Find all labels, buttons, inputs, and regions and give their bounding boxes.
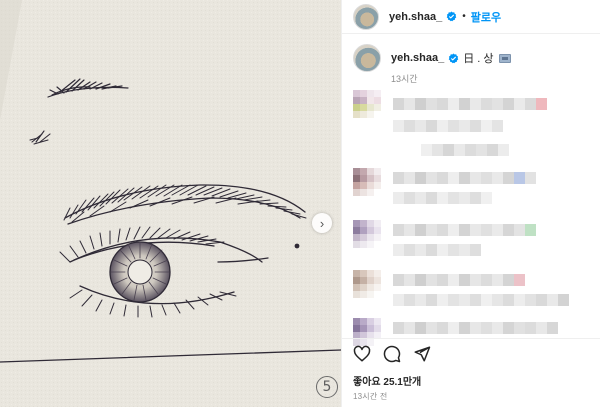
comment-text-blurred — [393, 322, 558, 334]
comment-text-blurred — [421, 144, 509, 156]
comment-avatar-blurred — [353, 220, 381, 248]
comment-text-blurred — [393, 224, 536, 236]
paper-plane-icon[interactable] — [413, 345, 431, 363]
comment-avatar-blurred — [353, 270, 381, 298]
comment-text-blurred — [393, 294, 569, 306]
comment-text-blurred — [393, 192, 492, 204]
eye-sketch-drawing — [0, 0, 341, 407]
author-username[interactable]: yeh.shaa_ — [389, 11, 442, 23]
follow-button[interactable]: 팔로우 — [471, 9, 501, 25]
comment-bubble-icon[interactable] — [383, 345, 401, 363]
heart-icon[interactable] — [353, 345, 371, 363]
comment-text-blurred — [393, 274, 525, 286]
caption-author-avatar[interactable] — [353, 44, 381, 72]
post-timestamp: 13시간 전 — [353, 392, 388, 401]
like-count[interactable]: 좋아요 25.1만개 — [353, 373, 421, 388]
comment-text-blurred — [393, 172, 536, 184]
comment-text-blurred — [393, 120, 503, 132]
author-avatar[interactable] — [353, 3, 379, 30]
caption-text: 日 . 상 — [463, 53, 494, 65]
verified-badge-icon — [448, 52, 459, 64]
instagram-post-modal: › 5 yeh.shaa_ • 팔로우 yeh.shaa_ 日 . 상 13시간… — [0, 0, 600, 407]
comment-avatar-blurred — [353, 168, 381, 196]
image-page-marker: 5 — [316, 376, 338, 398]
post-header: yeh.shaa_ • 팔로우 — [342, 0, 600, 34]
comment-avatar-blurred — [353, 90, 381, 118]
caption-timestamp: 13시간 — [391, 74, 418, 84]
verified-badge-icon — [446, 11, 457, 22]
separator-dot: • — [462, 11, 466, 22]
comment-list[interactable] — [342, 90, 600, 346]
caption-username[interactable]: yeh.shaa_ — [391, 52, 444, 64]
post-caption: yeh.shaa_ 日 . 상 13시간 — [353, 44, 593, 84]
next-image-button[interactable]: › — [312, 213, 332, 233]
post-image[interactable]: › 5 — [0, 0, 341, 407]
chevron-right-icon: › — [319, 215, 325, 231]
action-bar — [342, 338, 600, 368]
flag-icon — [498, 53, 511, 63]
comment-text-blurred — [393, 244, 481, 256]
comment-text-blurred — [393, 98, 547, 110]
post-side-panel: yeh.shaa_ • 팔로우 yeh.shaa_ 日 . 상 13시간 좋아요… — [341, 0, 600, 407]
